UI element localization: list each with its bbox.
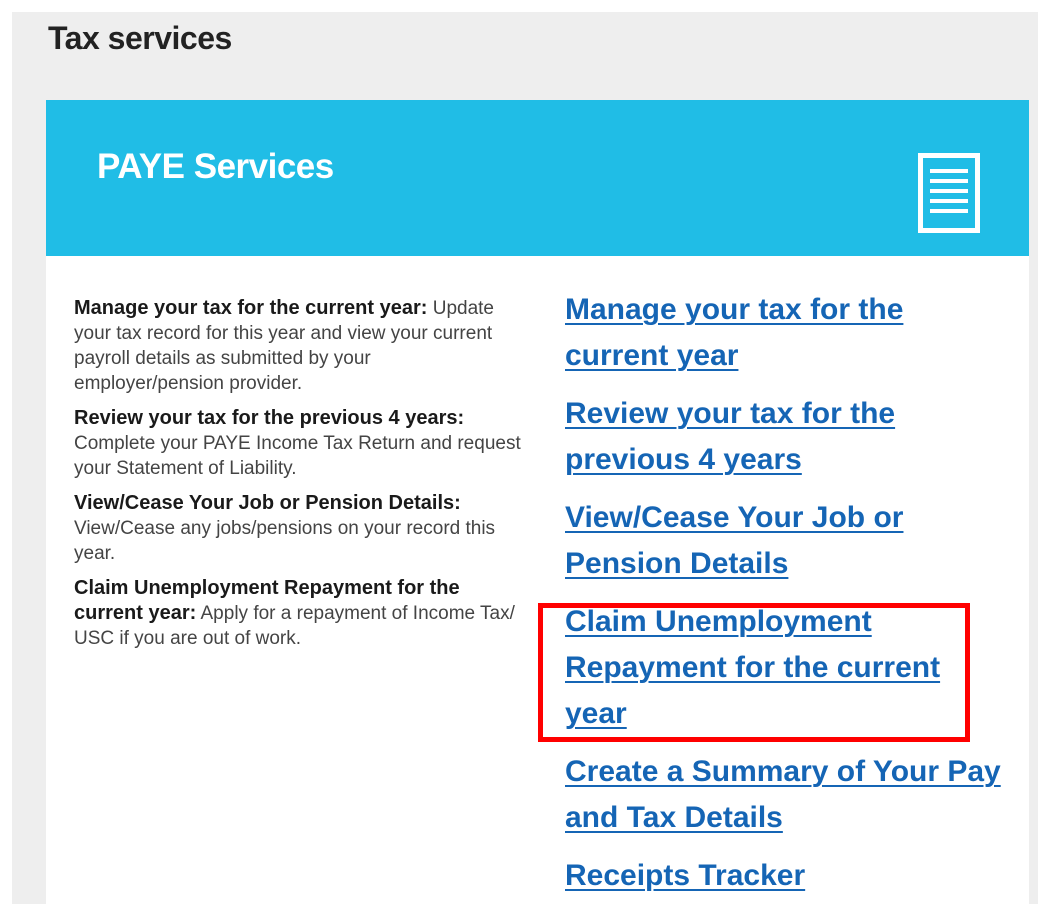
description-text: Complete your PAYE Income Tax Return and… bbox=[74, 433, 521, 479]
description-unemployment: Claim Unemployment Repayment for the cur… bbox=[74, 576, 524, 651]
paye-services-card: PAYE Services Manage your tax for the cu… bbox=[46, 100, 1029, 904]
card-title: PAYE Services bbox=[97, 147, 334, 186]
review-tax-previous-years-link[interactable]: Review your tax for the previous 4 years bbox=[565, 391, 1005, 483]
description-heading: Manage your tax for the current year: bbox=[74, 297, 428, 319]
card-header: PAYE Services bbox=[46, 100, 1029, 256]
section-title: Tax services bbox=[48, 20, 232, 56]
create-pay-tax-summary-link[interactable]: Create a Summary of Your Pay and Tax Det… bbox=[565, 749, 1005, 841]
description-text: View/Cease any jobs/pensions on your rec… bbox=[74, 518, 496, 564]
description-manage-tax: Manage your tax for the current year: Up… bbox=[74, 296, 524, 396]
receipts-tracker-link[interactable]: Receipts Tracker bbox=[565, 853, 1005, 899]
description-job-pension: View/Cease Your Job or Pension Details: … bbox=[74, 491, 524, 566]
manage-tax-current-year-link[interactable]: Manage your tax for the current year bbox=[565, 287, 1005, 379]
view-cease-job-pension-link[interactable]: View/Cease Your Job or Pension Details bbox=[565, 495, 1005, 587]
service-descriptions: Manage your tax for the current year: Up… bbox=[74, 296, 524, 661]
service-links: Manage your tax for the current year Rev… bbox=[565, 287, 1005, 911]
description-heading: Review your tax for the previous 4 years… bbox=[74, 407, 465, 429]
description-heading: View/Cease Your Job or Pension Details: bbox=[74, 492, 461, 514]
description-review-tax: Review your tax for the previous 4 years… bbox=[74, 406, 524, 481]
document-icon bbox=[918, 153, 980, 233]
claim-unemployment-repayment-link[interactable]: Claim Unemployment Repayment for the cur… bbox=[565, 599, 1005, 737]
